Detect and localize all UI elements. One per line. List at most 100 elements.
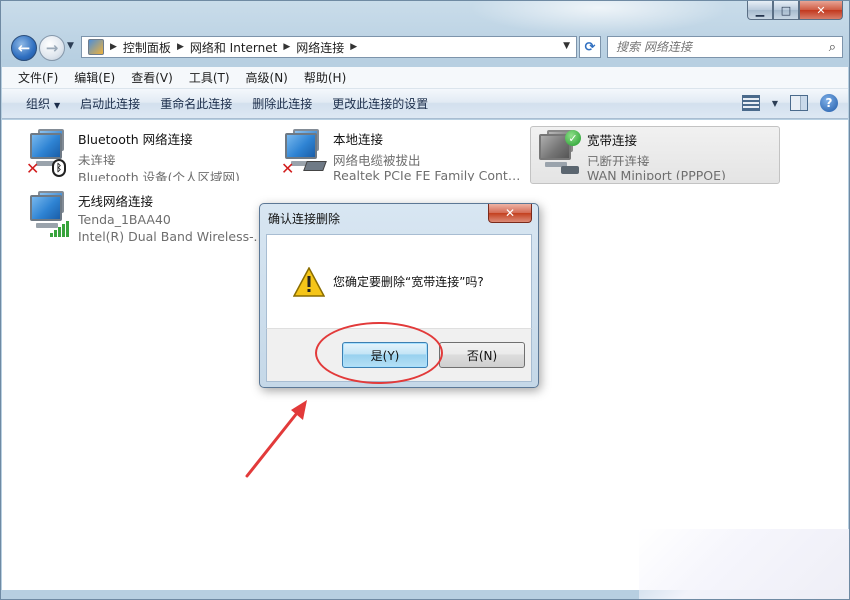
address-bar[interactable]: ▶ 控制面板 ▶ 网络和 Internet ▶ 网络连接 ▶ ▼ bbox=[81, 36, 577, 58]
caption-buttons: ▁ □ ✕ bbox=[747, 1, 843, 20]
control-panel-icon bbox=[88, 39, 104, 55]
dialog-footer: 是(Y) 否(N) bbox=[266, 328, 532, 382]
connection-item-wireless[interactable]: 无线网络连接 Tenda_1BAA40 Intel(R) Dual Band W… bbox=[22, 188, 272, 246]
dialog-message: 您确定要删除“宽带连接”吗? bbox=[333, 275, 484, 289]
organize-label: 组织 bbox=[26, 97, 51, 111]
connection-status: 网络电缆被拔出 bbox=[333, 153, 421, 167]
signal-bar bbox=[58, 227, 61, 237]
menu-help[interactable]: 帮助(H) bbox=[296, 69, 354, 86]
signal-bar bbox=[62, 224, 65, 237]
modem-icon bbox=[561, 166, 579, 174]
menu-edit[interactable]: 编辑(E) bbox=[66, 69, 123, 86]
dialog-close-button[interactable]: ✕ bbox=[488, 204, 532, 223]
close-icon: ✕ bbox=[504, 206, 516, 220]
arrow-left-icon: ← bbox=[17, 39, 31, 57]
breadcrumb-control-panel[interactable]: 控制面板 bbox=[123, 39, 171, 56]
chevron-down-icon[interactable]: ▼ bbox=[772, 99, 778, 108]
connection-text: 宽带连接 已断开连接 WAN Miniport (PPPOE) bbox=[587, 130, 726, 180]
checkmark-icon: ✓ bbox=[565, 130, 581, 146]
change-settings-button[interactable]: 更改此连接的设置 bbox=[322, 95, 438, 112]
breadcrumb-separator-icon[interactable]: ▶ bbox=[350, 42, 357, 52]
breadcrumb-network-connections[interactable]: 网络连接 bbox=[296, 39, 344, 56]
search-icon[interactable]: ⌕ bbox=[829, 40, 836, 55]
network-card-icon bbox=[303, 161, 327, 171]
monitor-shape bbox=[285, 133, 317, 159]
close-button[interactable]: ✕ bbox=[799, 1, 843, 20]
menu-tools[interactable]: 工具(T) bbox=[181, 69, 238, 86]
search-input[interactable] bbox=[616, 40, 816, 54]
signal-bar bbox=[54, 230, 57, 237]
enable-connection-button[interactable]: 启动此连接 bbox=[70, 95, 150, 112]
minimize-button[interactable]: ▁ bbox=[747, 1, 773, 20]
arrow-right-icon: → bbox=[45, 39, 59, 57]
monitor-shape bbox=[30, 195, 62, 221]
connection-device: Bluetooth 设备(个人区域网) bbox=[78, 169, 240, 182]
network-computer-icon bbox=[26, 191, 70, 239]
minimize-icon: ▁ bbox=[755, 3, 765, 17]
maximize-icon: □ bbox=[780, 3, 792, 17]
disconnected-x-icon: ✕ bbox=[26, 159, 40, 178]
preview-pane-icon[interactable] bbox=[790, 95, 808, 111]
connection-item-bluetooth[interactable]: ✕ ᛒ Bluetooth 网络连接 未连接 Bluetooth 设备(个人区域… bbox=[22, 126, 272, 184]
navigation-bar: ← → ▼ ▶ 控制面板 ▶ 网络和 Internet ▶ 网络连接 ▶ ▼ ⟳… bbox=[9, 33, 843, 61]
disconnected-x-icon: ✕ bbox=[281, 159, 295, 178]
menu-bar: 文件(F) 编辑(E) 查看(V) 工具(T) 高级(N) 帮助(H) bbox=[2, 67, 848, 89]
view-options-icon[interactable] bbox=[741, 95, 760, 111]
search-box: ⌕ bbox=[607, 36, 843, 58]
breadcrumb-separator-icon[interactable]: ▶ bbox=[110, 42, 117, 52]
connection-status: 未连接 bbox=[78, 153, 116, 165]
network-computer-icon: ✕ ᛒ bbox=[26, 129, 70, 177]
monitor-shape bbox=[30, 133, 62, 159]
connection-item-broadband[interactable]: ✓ 宽带连接 已断开连接 WAN Miniport (PPPOE) bbox=[530, 126, 780, 184]
bluetooth-icon: ᛒ bbox=[52, 159, 66, 177]
connection-device: Realtek PCIe FE Family Control... bbox=[333, 168, 523, 181]
breadcrumb-separator-icon[interactable]: ▶ bbox=[283, 42, 290, 52]
network-computer-icon: ✓ bbox=[535, 130, 581, 178]
menu-view[interactable]: 查看(V) bbox=[123, 69, 181, 86]
delete-connection-button[interactable]: 删除此连接 bbox=[242, 95, 322, 112]
organize-button[interactable]: 组织 ▼ bbox=[16, 95, 70, 112]
connection-name: Bluetooth 网络连接 bbox=[78, 132, 193, 147]
yes-button[interactable]: 是(Y) bbox=[342, 342, 428, 368]
no-button[interactable]: 否(N) bbox=[439, 342, 525, 368]
close-icon: ✕ bbox=[816, 3, 826, 17]
maximize-button[interactable]: □ bbox=[773, 1, 799, 20]
connection-device: WAN Miniport (PPPOE) bbox=[587, 168, 726, 180]
titlebar-decoration bbox=[469, 1, 729, 35]
connection-text: Bluetooth 网络连接 未连接 Bluetooth 设备(个人区域网) bbox=[78, 129, 240, 181]
refresh-button[interactable]: ⟳ bbox=[579, 36, 601, 58]
connection-text: 无线网络连接 Tenda_1BAA40 Intel(R) Dual Band W… bbox=[78, 191, 268, 243]
confirm-delete-dialog: 确认连接删除 ✕ 您确定要删除“宽带连接”吗? 是(Y) 否(N) bbox=[259, 203, 539, 388]
help-icon[interactable]: ? bbox=[820, 94, 838, 112]
chevron-down-icon: ▼ bbox=[67, 41, 74, 51]
explorer-window: ▁ □ ✕ ← → ▼ ▶ 控制面板 ▶ 网络和 Internet ▶ 网络连接… bbox=[0, 0, 850, 600]
chevron-down-icon: ▼ bbox=[54, 101, 61, 110]
connection-item-local[interactable]: ✕ 本地连接 网络电缆被拔出 Realtek PCIe FE Family Co… bbox=[277, 126, 527, 184]
menu-file[interactable]: 文件(F) bbox=[10, 69, 66, 86]
connection-status: 已断开连接 bbox=[587, 154, 650, 167]
command-bar: 组织 ▼ 启动此连接 重命名此连接 删除此连接 更改此连接的设置 ▼ ? bbox=[2, 89, 848, 119]
refresh-icon: ⟳ bbox=[584, 39, 596, 55]
chevron-down-icon: ▼ bbox=[563, 41, 570, 51]
signal-bar bbox=[50, 233, 53, 237]
network-computer-icon: ✕ bbox=[281, 129, 327, 178]
recent-pages-dropdown[interactable]: ▼ bbox=[67, 41, 74, 51]
menu-advanced[interactable]: 高级(N) bbox=[238, 69, 296, 86]
dialog-title: 确认连接删除 bbox=[268, 212, 341, 226]
warning-icon bbox=[293, 267, 325, 297]
connection-name: 本地连接 bbox=[333, 132, 384, 147]
connection-status: Tenda_1BAA40 bbox=[78, 212, 171, 227]
address-dropdown[interactable]: ▼ bbox=[563, 41, 570, 51]
dialog-body: 您确定要删除“宽带连接”吗? bbox=[266, 234, 532, 328]
connection-text: 本地连接 网络电缆被拔出 Realtek PCIe FE Family Cont… bbox=[333, 129, 523, 181]
forward-button[interactable]: → bbox=[39, 35, 65, 61]
signal-bar bbox=[66, 221, 69, 237]
connection-device: Intel(R) Dual Band Wireless-A... bbox=[78, 228, 268, 244]
back-button[interactable]: ← bbox=[11, 35, 37, 61]
rename-connection-button[interactable]: 重命名此连接 bbox=[150, 95, 242, 112]
breadcrumb-separator-icon[interactable]: ▶ bbox=[177, 42, 184, 52]
view-controls: ▼ ? bbox=[741, 94, 838, 112]
connection-name: 无线网络连接 bbox=[78, 194, 154, 209]
connection-name: 宽带连接 bbox=[587, 133, 638, 148]
breadcrumb-network-internet[interactable]: 网络和 Internet bbox=[190, 39, 277, 56]
